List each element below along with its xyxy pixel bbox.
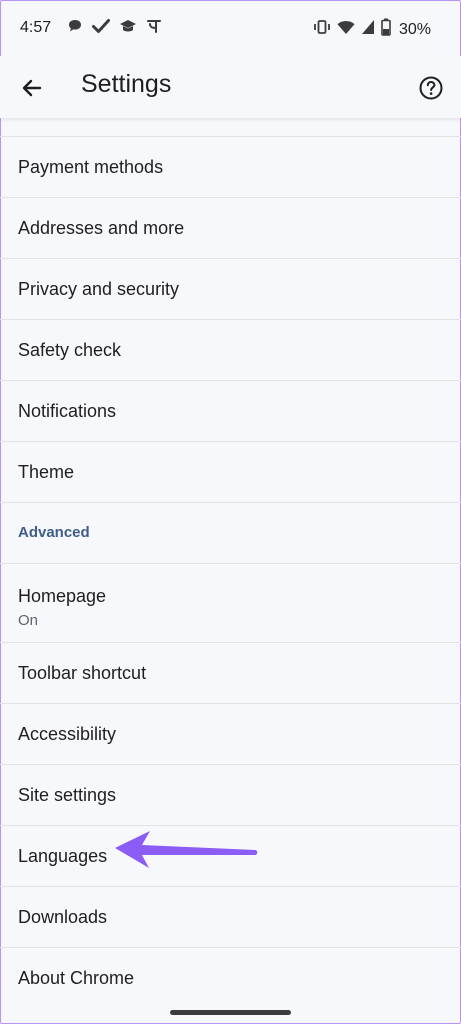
setting-label: Toolbar shortcut [18, 663, 147, 683]
page-title: Settings [81, 70, 172, 98]
setting-label: Safety check [18, 340, 122, 360]
status-bar: 4:57 30% [0, 0, 461, 56]
setting-site-settings[interactable]: Site settings [0, 764, 461, 825]
setting-notifications[interactable]: Notifications [0, 380, 461, 441]
chat-bubble-icon [67, 18, 83, 39]
setting-label: About Chrome [18, 968, 135, 988]
section-title: Advanced [18, 524, 90, 541]
status-time: 4:57 [20, 19, 52, 36]
system-icons: 30% [313, 18, 431, 41]
wifi-icon [337, 19, 355, 40]
setting-homepage[interactable]: Homepage On [0, 563, 461, 642]
battery-percent: 30% [398, 20, 431, 38]
vibrate-icon [313, 19, 331, 40]
annotation-arrow-icon [112, 828, 262, 875]
arrow-back-icon [22, 79, 42, 97]
setting-payment-methods[interactable]: Payment methods [0, 136, 461, 197]
setting-safety-check[interactable]: Safety check [0, 319, 461, 380]
battery-icon [381, 18, 391, 41]
section-header-advanced: Advanced [0, 502, 461, 563]
signal-icon [361, 19, 375, 40]
setting-privacy-security[interactable]: Privacy and security [0, 258, 461, 319]
setting-about-chrome[interactable]: About Chrome [0, 947, 461, 1008]
settings-list: Payment methods Addresses and more Priva… [0, 136, 461, 1008]
notification-icons [67, 18, 162, 39]
app-bar: Settings [0, 56, 461, 118]
setting-label: Site settings [18, 785, 117, 805]
setting-label: Accessibility [18, 724, 117, 744]
help-button[interactable] [417, 74, 445, 102]
help-icon [419, 76, 443, 100]
setting-label: Downloads [18, 907, 108, 927]
setting-label: Theme [18, 462, 75, 482]
home-indicator[interactable] [170, 1010, 291, 1015]
back-button[interactable] [18, 74, 46, 102]
setting-label: Addresses and more [18, 218, 185, 238]
setting-label: Notifications [18, 401, 117, 421]
setting-label: Privacy and security [18, 279, 180, 299]
setting-toolbar-shortcut[interactable]: Toolbar shortcut [0, 642, 461, 703]
graduation-cap-icon [119, 18, 137, 39]
setting-label: Languages [18, 846, 108, 866]
setting-downloads[interactable]: Downloads [0, 886, 461, 947]
paytm-icon [146, 18, 162, 39]
setting-accessibility[interactable]: Accessibility [0, 703, 461, 764]
setting-label: Payment methods [18, 157, 164, 177]
setting-label: Homepage [18, 586, 107, 606]
setting-addresses[interactable]: Addresses and more [0, 197, 461, 258]
setting-summary: On [18, 612, 39, 629]
check-icon [92, 18, 110, 39]
setting-theme[interactable]: Theme [0, 441, 461, 502]
